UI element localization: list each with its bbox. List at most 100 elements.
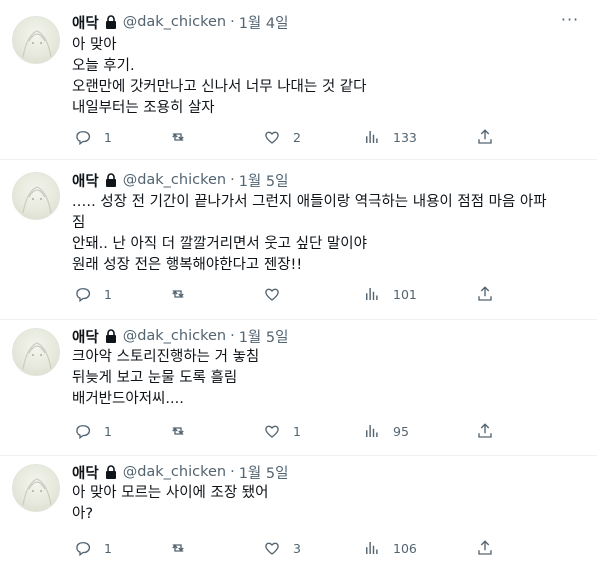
reply-button[interactable]: 1 xyxy=(74,421,112,441)
tweet-actions: 1 3 106 xyxy=(72,538,502,558)
avatar[interactable] xyxy=(12,328,60,376)
reply-count: 1 xyxy=(104,540,112,556)
tweet-date[interactable]: 1월 5일 xyxy=(239,170,289,191)
tweet-actions: 1 2 133 xyxy=(72,127,502,147)
like-count: 1 xyxy=(293,423,301,439)
tweet-line: 아? xyxy=(72,506,94,522)
lock-icon xyxy=(103,172,119,188)
like-button[interactable]: 1 xyxy=(263,421,301,441)
tweet-line: 원래 성장 전은 행복해야한다고 젠장!! xyxy=(72,257,303,273)
like-button[interactable] xyxy=(263,284,293,304)
share-icon xyxy=(476,422,494,440)
like-button[interactable]: 3 xyxy=(263,538,301,558)
tweet-text: .…. 성장 전 기간이 끝나가서 그런지 애들이랑 역극하는 내용이 점점 마… xyxy=(72,192,582,276)
reply-icon xyxy=(74,285,92,303)
tweet-date[interactable]: 1월 5일 xyxy=(239,326,289,347)
reply-icon xyxy=(74,539,92,557)
tweet[interactable]: 애닥 @dak_chicken · 1월 5일 .…. 성장 전 기간이 끝나가… xyxy=(0,160,597,320)
heart-icon xyxy=(263,539,281,557)
retweet-icon xyxy=(169,422,187,440)
heart-icon xyxy=(263,422,281,440)
tweet-line: 내일부터는 조용히 살자 xyxy=(72,100,215,116)
tweet-line: 크아악 스토리진행하는 거 놓침 xyxy=(72,349,260,365)
tweet-text: 아 맞아 모르는 사이에 조장 됐어 아? xyxy=(72,483,582,525)
tweet-line: 짐 xyxy=(72,215,86,231)
tweet-actions: 1 1 95 xyxy=(72,421,502,441)
avatar[interactable] xyxy=(12,16,60,64)
author-name[interactable]: 애닥 xyxy=(72,462,99,483)
views-count: 101 xyxy=(393,286,417,302)
timeline: 애닥 @dak_chicken · 1월 4일 ··· 아 맞아 오늘 후기. … xyxy=(0,0,597,570)
reply-button[interactable]: 1 xyxy=(74,284,112,304)
author-handle[interactable]: @dak_chicken xyxy=(123,172,226,188)
retweet-icon xyxy=(169,128,187,146)
heart-icon xyxy=(263,285,281,303)
share-button[interactable] xyxy=(476,421,494,441)
reply-count: 1 xyxy=(104,286,112,302)
share-button[interactable] xyxy=(476,127,494,147)
share-icon xyxy=(476,128,494,146)
author-name[interactable]: 애닥 xyxy=(72,326,99,347)
reply-button[interactable]: 1 xyxy=(74,127,112,147)
separator: · xyxy=(230,328,235,344)
author-handle[interactable]: @dak_chicken xyxy=(123,14,226,30)
reply-icon xyxy=(74,128,92,146)
retweet-button[interactable] xyxy=(169,284,199,304)
tweet[interactable]: 애닥 @dak_chicken · 1월 4일 ··· 아 맞아 오늘 후기. … xyxy=(0,0,597,160)
tweet-text: 크아악 스토리진행하는 거 놓침 뒤늦게 보고 눈물 도록 흘림 배거반드아저씨… xyxy=(72,347,582,410)
views-button[interactable]: 133 xyxy=(363,127,417,147)
tweet-line: 뒤늦게 보고 눈물 도록 흘림 xyxy=(72,370,238,386)
avatar[interactable] xyxy=(12,172,60,220)
tweet[interactable]: 애닥 @dak_chicken · 1월 5일 크아악 스토리진행하는 거 놓침… xyxy=(0,320,597,456)
separator: · xyxy=(230,172,235,188)
author-name[interactable]: 애닥 xyxy=(72,12,99,33)
share-button[interactable] xyxy=(476,284,494,304)
lock-icon xyxy=(103,464,119,480)
author-name[interactable]: 애닥 xyxy=(72,170,99,191)
lock-icon xyxy=(103,14,119,30)
like-count: 2 xyxy=(293,129,301,145)
views-button[interactable]: 95 xyxy=(363,421,409,441)
tweet-date[interactable]: 1월 4일 xyxy=(239,12,289,33)
tweet-line: .…. 성장 전 기간이 끝나가서 그런지 애들이랑 역극하는 내용이 점점 마… xyxy=(72,194,547,210)
tweet-line: 안돼.. 난 아직 더 깔깔거리면서 웃고 싶단 말이야 xyxy=(72,236,367,252)
reply-icon xyxy=(74,422,92,440)
share-button[interactable] xyxy=(476,538,494,558)
views-count: 133 xyxy=(393,129,417,145)
tweet-header: 애닥 @dak_chicken · 1월 5일 xyxy=(72,462,288,482)
lock-icon xyxy=(103,328,119,344)
views-icon xyxy=(363,422,381,440)
tweet-line: 오랜만에 갓커만나고 신나서 너무 나대는 것 같다 xyxy=(72,79,367,95)
retweet-icon xyxy=(169,539,187,557)
separator: · xyxy=(230,14,235,30)
views-icon xyxy=(363,285,381,303)
retweet-button[interactable] xyxy=(169,421,199,441)
views-button[interactable]: 106 xyxy=(363,538,417,558)
avatar[interactable] xyxy=(12,464,60,512)
separator: · xyxy=(230,464,235,480)
heart-icon xyxy=(263,128,281,146)
views-icon xyxy=(363,539,381,557)
tweet[interactable]: 애닥 @dak_chicken · 1월 5일 아 맞아 모르는 사이에 조장 … xyxy=(0,456,597,570)
share-icon xyxy=(476,539,494,557)
reply-count: 1 xyxy=(104,129,112,145)
retweet-button[interactable] xyxy=(169,538,199,558)
tweet-line: 아 맞아 xyxy=(72,37,117,53)
reply-button[interactable]: 1 xyxy=(74,538,112,558)
views-icon xyxy=(363,128,381,146)
tweet-date[interactable]: 1월 5일 xyxy=(239,462,289,483)
more-icon[interactable]: ··· xyxy=(559,12,581,34)
share-icon xyxy=(476,285,494,303)
views-count: 95 xyxy=(393,423,409,439)
tweet-header: 애닥 @dak_chicken · 1월 4일 xyxy=(72,12,288,32)
views-count: 106 xyxy=(393,540,417,556)
author-handle[interactable]: @dak_chicken xyxy=(123,328,226,344)
author-handle[interactable]: @dak_chicken xyxy=(123,464,226,480)
like-button[interactable]: 2 xyxy=(263,127,301,147)
tweet-header: 애닥 @dak_chicken · 1월 5일 xyxy=(72,326,288,346)
tweet-line: 아 맞아 모르는 사이에 조장 됐어 xyxy=(72,485,269,501)
retweet-button[interactable] xyxy=(169,127,199,147)
views-button[interactable]: 101 xyxy=(363,284,417,304)
tweet-line: 배거반드아저씨.... xyxy=(72,391,184,407)
tweet-text: 아 맞아 오늘 후기. 오랜만에 갓커만나고 신나서 너무 나대는 것 같다 내… xyxy=(72,35,582,119)
